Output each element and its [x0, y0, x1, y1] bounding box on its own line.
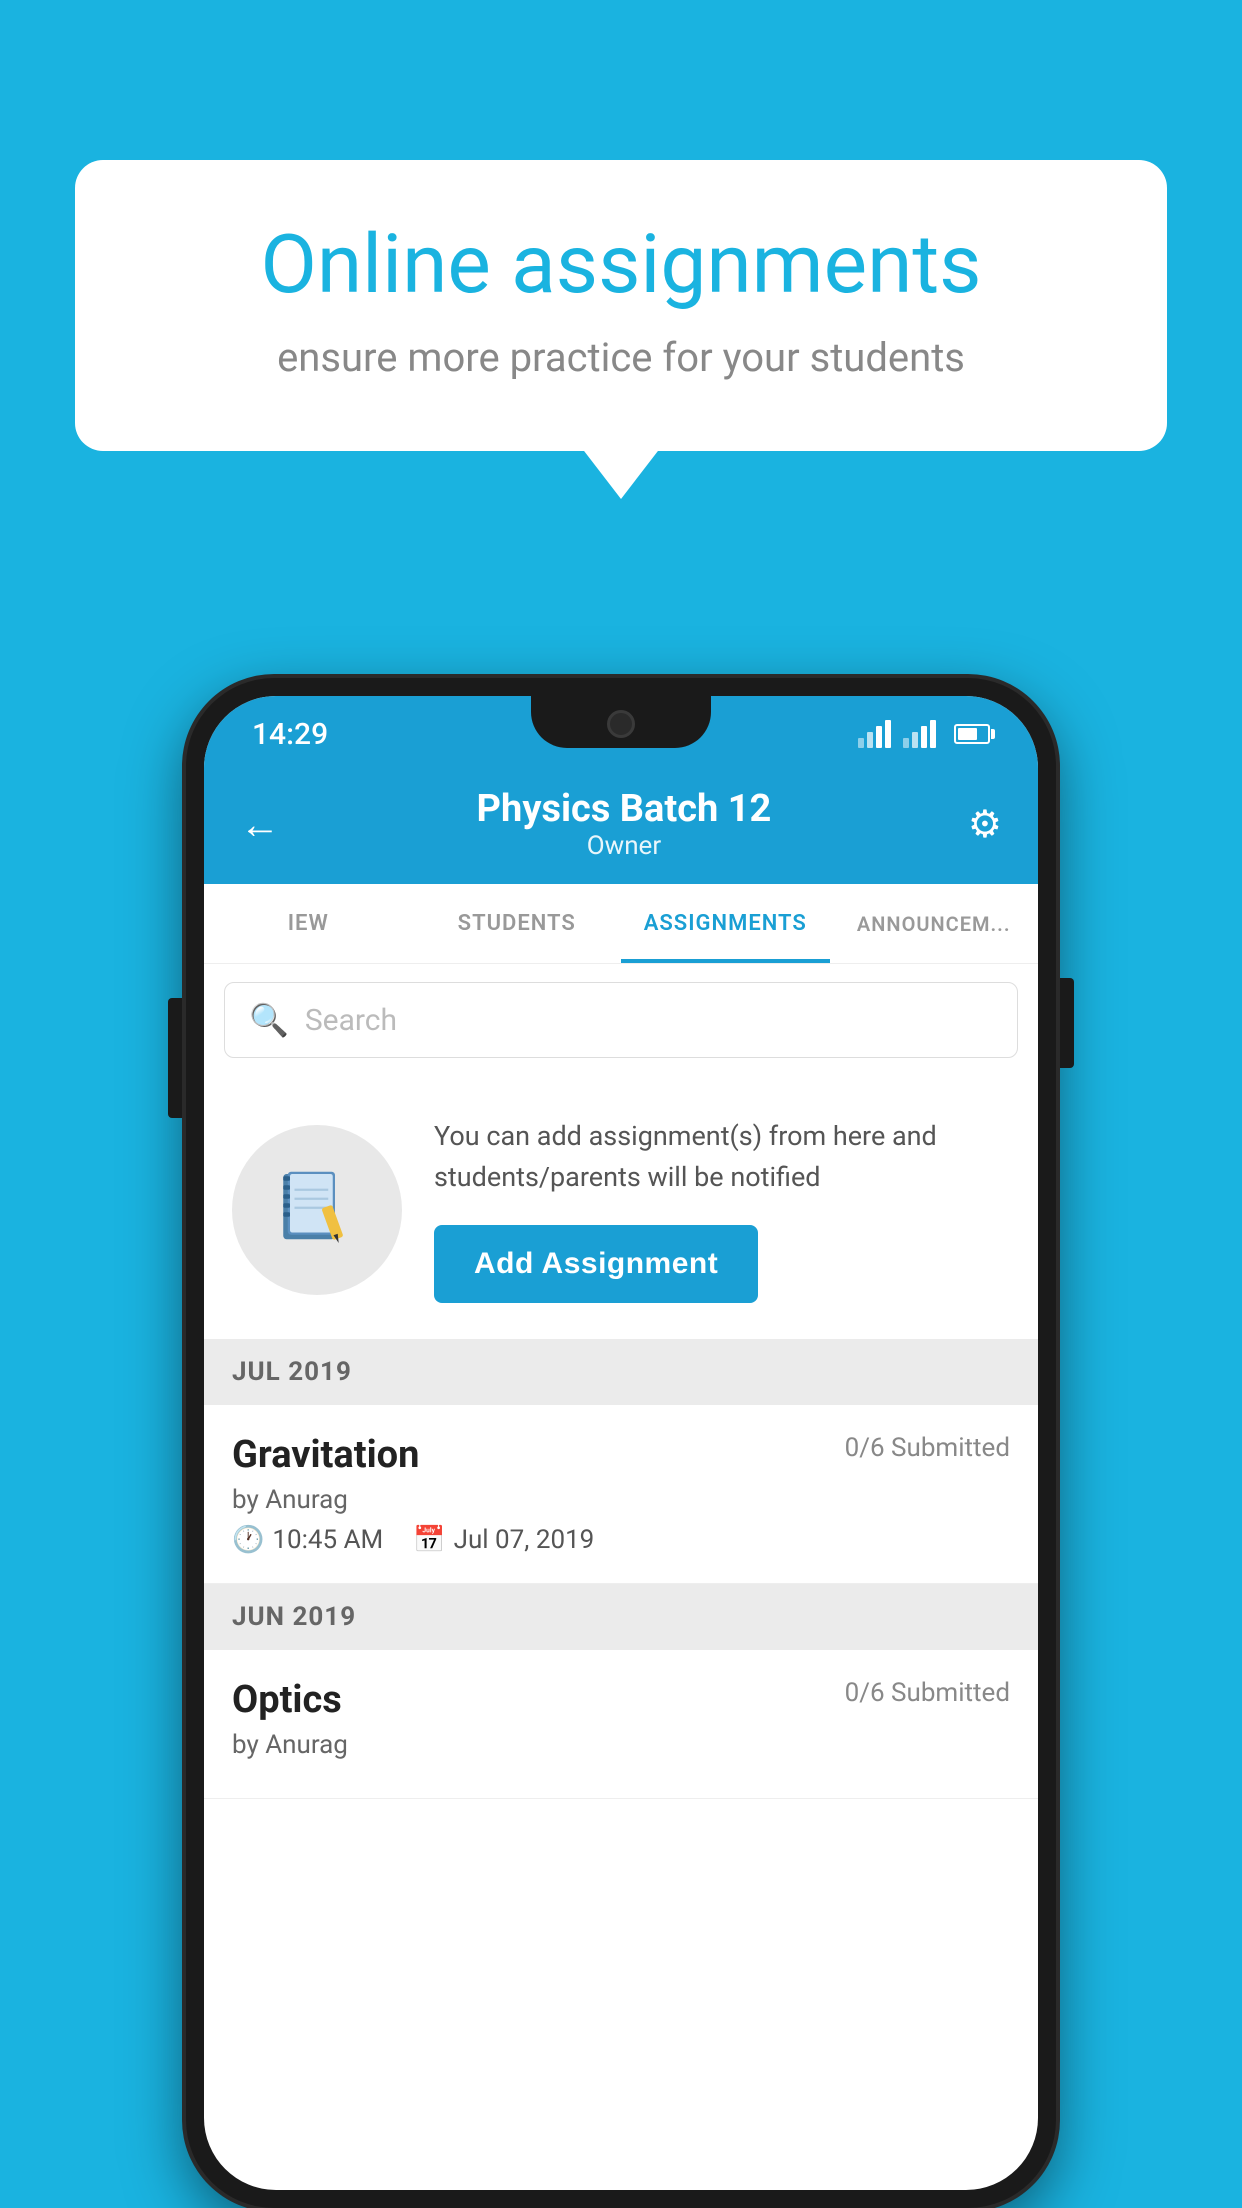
search-container: 🔍 Search: [204, 964, 1038, 1076]
search-bar[interactable]: 🔍 Search: [224, 982, 1018, 1058]
assignment-item-gravitation[interactable]: Gravitation 0/6 Submitted by Anurag 🕐 10…: [204, 1405, 1038, 1584]
add-assignment-button[interactable]: Add Assignment: [434, 1225, 758, 1303]
header-center: Physics Batch 12 Owner: [477, 787, 772, 861]
phone-notch: [531, 696, 711, 748]
promo-section: You can add assignment(s) from here and …: [204, 1080, 1038, 1339]
promo-right: You can add assignment(s) from here and …: [434, 1116, 1010, 1303]
screen-body: 🔍 Search: [204, 964, 1038, 2190]
tooltip-title: Online assignments: [155, 220, 1087, 310]
month-section-jul: JUL 2019 Gravitation 0/6 Submitted by An…: [204, 1339, 1038, 1584]
tab-announcements[interactable]: ANNOUNCEM...: [830, 884, 1039, 963]
tooltip-card: Online assignments ensure more practice …: [75, 160, 1167, 451]
signal-icon: [903, 720, 936, 748]
month-section-jun: JUN 2019 Optics 0/6 Submitted by Anurag: [204, 1584, 1038, 1799]
promo-icon-circle: [232, 1125, 402, 1295]
assignment-name-optics: Optics: [232, 1678, 342, 1722]
assignment-by-gravitation: by Anurag: [232, 1485, 1010, 1515]
status-icons: [858, 720, 990, 748]
front-camera: [607, 710, 635, 738]
tab-iew[interactable]: IEW: [204, 884, 413, 963]
assignment-item-optics[interactable]: Optics 0/6 Submitted by Anurag: [204, 1650, 1038, 1799]
promo-text: You can add assignment(s) from here and …: [434, 1116, 1010, 1197]
wifi-icon: [858, 720, 891, 748]
assignment-time-gravitation: 🕐 10:45 AM: [232, 1525, 383, 1555]
tooltip-subtitle: ensure more practice for your students: [155, 334, 1087, 381]
search-placeholder: Search: [305, 1003, 397, 1038]
assignment-meta-gravitation: 🕐 10:45 AM 📅 Jul 07, 2019: [232, 1525, 1010, 1555]
assignment-submitted-optics: 0/6 Submitted: [845, 1678, 1010, 1708]
search-icon: 🔍: [249, 1001, 289, 1039]
status-time: 14:29: [252, 717, 328, 752]
battery-icon: [954, 724, 990, 744]
phone-outer: 14:29: [186, 678, 1056, 2208]
tab-assignments[interactable]: ASSIGNMENTS: [621, 884, 830, 963]
back-button[interactable]: ←: [240, 801, 280, 848]
app-header: ← Physics Batch 12 Owner ⚙: [204, 764, 1038, 884]
assignment-name-gravitation: Gravitation: [232, 1433, 419, 1477]
tabs-bar: IEW STUDENTS ASSIGNMENTS ANNOUNCEM...: [204, 884, 1038, 964]
phone-screen: 14:29: [204, 696, 1038, 2190]
assignment-by-optics: by Anurag: [232, 1730, 1010, 1760]
assignment-date-gravitation: 📅 Jul 07, 2019: [413, 1525, 594, 1555]
settings-icon[interactable]: ⚙: [968, 802, 1002, 847]
month-header-jun: JUN 2019: [204, 1584, 1038, 1650]
month-header-jul: JUL 2019: [204, 1339, 1038, 1405]
assignment-submitted-gravitation: 0/6 Submitted: [845, 1433, 1010, 1463]
header-title: Physics Batch 12: [477, 787, 772, 831]
notebook-icon: [272, 1165, 362, 1255]
tab-students[interactable]: STUDENTS: [413, 884, 622, 963]
phone-wrapper: 14:29: [186, 678, 1056, 2208]
clock-icon: 🕐: [232, 1525, 264, 1555]
header-subtitle: Owner: [477, 831, 772, 861]
calendar-icon: 📅: [413, 1525, 445, 1555]
